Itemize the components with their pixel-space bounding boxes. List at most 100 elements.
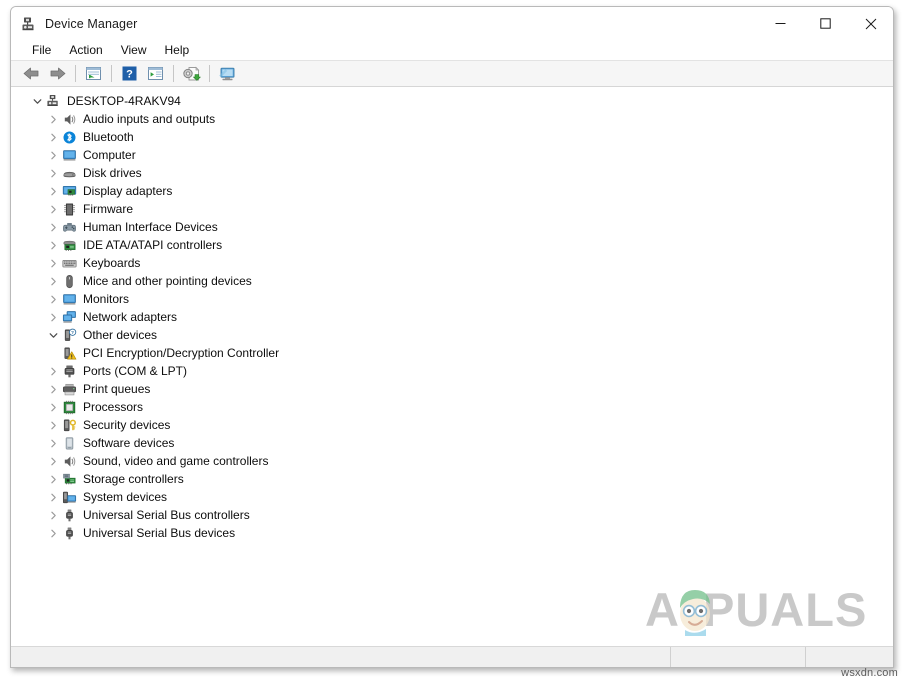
- tree-row-display-adapters[interactable]: Display adapters: [11, 182, 893, 200]
- tree-item-label: Network adapters: [83, 310, 178, 324]
- tree-item-label: Security devices: [83, 418, 171, 432]
- minimize-button[interactable]: [758, 7, 803, 40]
- chevron-right-icon[interactable]: [45, 416, 61, 434]
- properties-button[interactable]: [81, 63, 106, 85]
- tree-row-mice-and-other-pointing-devices[interactable]: Mice and other pointing devices: [11, 272, 893, 290]
- chevron-right-icon[interactable]: [45, 452, 61, 470]
- toolbar-separator: [111, 65, 112, 82]
- window-controls: [758, 7, 893, 40]
- tree-item-label: Ports (COM & LPT): [83, 364, 188, 378]
- chevron-right-icon[interactable]: [45, 218, 61, 236]
- chevron-right-icon[interactable]: [45, 434, 61, 452]
- tree-row-network-adapters[interactable]: Network adapters: [11, 308, 893, 326]
- gamepad-icon: [61, 219, 77, 235]
- device-tree-pane[interactable]: DESKTOP-4RAKV94 Audio inputs and outputs…: [11, 87, 893, 646]
- forward-button[interactable]: [45, 63, 70, 85]
- window-title: Device Manager: [45, 16, 138, 31]
- tree-row-keyboards[interactable]: Keyboards: [11, 254, 893, 272]
- chevron-right-icon[interactable]: [45, 110, 61, 128]
- chevron-down-icon[interactable]: [29, 92, 45, 110]
- tree-item-label: Print queues: [83, 382, 151, 396]
- tree-row-print-queues[interactable]: Print queues: [11, 380, 893, 398]
- back-button[interactable]: [19, 63, 44, 85]
- tree-item-label: Display adapters: [83, 184, 173, 198]
- tree-item-label: Software devices: [83, 436, 175, 450]
- chevron-right-icon[interactable]: [45, 128, 61, 146]
- tree-item-label: Monitors: [83, 292, 130, 306]
- tree-row-ports-com-and-lpt[interactable]: Ports (COM & LPT): [11, 362, 893, 380]
- tree-row-ide-ata-atapi-controllers[interactable]: IDE ATA/ATAPI controllers: [11, 236, 893, 254]
- close-button[interactable]: [848, 7, 893, 40]
- device-tree: DESKTOP-4RAKV94 Audio inputs and outputs…: [11, 92, 893, 542]
- tree-row-universal-serial-bus-controllers[interactable]: Universal Serial Bus controllers: [11, 506, 893, 524]
- chevron-right-icon[interactable]: [45, 506, 61, 524]
- help-button[interactable]: ?: [117, 63, 142, 85]
- computer-root-icon: [45, 93, 61, 109]
- tree-row-bluetooth[interactable]: Bluetooth: [11, 128, 893, 146]
- tree-row-other-devices[interactable]: ? Other devices: [11, 326, 893, 344]
- toolbar-separator: [209, 65, 210, 82]
- toolbar-separator: [75, 65, 76, 82]
- menu-action[interactable]: Action: [60, 41, 111, 59]
- chevron-right-icon[interactable]: [45, 182, 61, 200]
- chevron-right-icon[interactable]: [45, 470, 61, 488]
- maximize-button[interactable]: [803, 7, 848, 40]
- menu-file[interactable]: File: [23, 41, 60, 59]
- tree-row-processors[interactable]: Processors: [11, 398, 893, 416]
- software-device-icon: [61, 435, 77, 451]
- chevron-right-icon[interactable]: [45, 236, 61, 254]
- chevron-right-icon[interactable]: [45, 308, 61, 326]
- tree-row-sound-video-and-game-controllers[interactable]: Sound, video and game controllers: [11, 452, 893, 470]
- tree-item-label: Storage controllers: [83, 472, 184, 486]
- usb-icon: [61, 507, 77, 523]
- tree-row-audio-inputs-and-outputs[interactable]: Audio inputs and outputs: [11, 110, 893, 128]
- tree-row-firmware[interactable]: Firmware: [11, 200, 893, 218]
- speaker-icon: [61, 453, 77, 469]
- update-driver-button[interactable]: [179, 63, 204, 85]
- chevron-right-icon[interactable]: [45, 290, 61, 308]
- menu-help[interactable]: Help: [156, 41, 199, 59]
- chevron-right-icon[interactable]: [45, 380, 61, 398]
- chevron-down-icon[interactable]: [45, 326, 61, 344]
- appuals-watermark: A PUALS: [645, 578, 866, 640]
- chevron-right-icon[interactable]: [45, 254, 61, 272]
- scan-for-hardware-changes-button[interactable]: [215, 63, 240, 85]
- chevron-right-icon[interactable]: [45, 200, 61, 218]
- chevron-right-icon[interactable]: [45, 398, 61, 416]
- tree-row-disk-drives[interactable]: Disk drives: [11, 164, 893, 182]
- toolbar-separator: [173, 65, 174, 82]
- svg-text:PUALS: PUALS: [703, 583, 865, 636]
- unknown-device-icon: ?: [61, 327, 77, 343]
- mouse-icon: [61, 273, 77, 289]
- system-device-icon: [61, 489, 77, 505]
- menu-view[interactable]: View: [112, 41, 156, 59]
- tree-row-system-devices[interactable]: System devices: [11, 488, 893, 506]
- tree-item-label: System devices: [83, 490, 168, 504]
- tree-row[interactable]: DESKTOP-4RAKV94: [11, 92, 893, 110]
- tree-row-monitors[interactable]: Monitors: [11, 290, 893, 308]
- site-watermark: wsxdn.com: [841, 667, 898, 679]
- keyboard-icon: [61, 255, 77, 271]
- device-manager-window: Device Manager File Action View Help ? D…: [10, 6, 894, 668]
- tree-row-universal-serial-bus-devices[interactable]: Universal Serial Bus devices: [11, 524, 893, 542]
- chevron-right-icon[interactable]: [45, 524, 61, 542]
- svg-text:?: ?: [126, 69, 133, 81]
- tree-item-label: Disk drives: [83, 166, 142, 180]
- tree-row-computer[interactable]: Computer: [11, 146, 893, 164]
- tree-row-pci-encryption-decryption-controller[interactable]: PCI Encryption/Decryption Controller: [11, 344, 893, 362]
- chevron-right-icon[interactable]: [45, 488, 61, 506]
- tree-item-label: Keyboards: [83, 256, 141, 270]
- chevron-right-icon[interactable]: [45, 146, 61, 164]
- tree-row-software-devices[interactable]: Software devices: [11, 434, 893, 452]
- toolbar: ?: [11, 61, 893, 87]
- device-manager-icon: [21, 16, 37, 32]
- tree-row-storage-controllers[interactable]: Storage controllers: [11, 470, 893, 488]
- chevron-right-icon[interactable]: [45, 164, 61, 182]
- tree-row-security-devices[interactable]: Security devices: [11, 416, 893, 434]
- chevron-right-icon[interactable]: [45, 362, 61, 380]
- show-hide-console-tree-button[interactable]: [143, 63, 168, 85]
- tree-item-label: PCI Encryption/Decryption Controller: [83, 346, 280, 360]
- bluetooth-icon: [61, 129, 77, 145]
- chevron-right-icon[interactable]: [45, 272, 61, 290]
- tree-row-human-interface-devices[interactable]: Human Interface Devices: [11, 218, 893, 236]
